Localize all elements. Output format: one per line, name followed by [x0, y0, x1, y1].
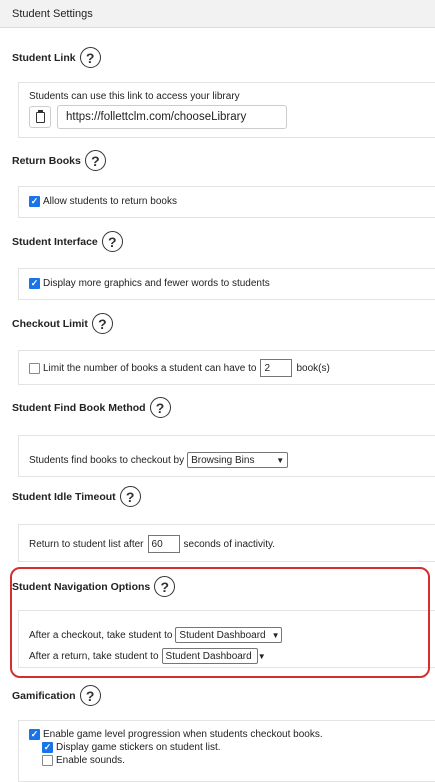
checkout-limit-unit: book(s) — [296, 362, 330, 374]
student-link-help-icon[interactable]: ? — [79, 47, 101, 68]
game-level-label: Enable game level progression when stude… — [43, 729, 323, 740]
allow-return-checkbox[interactable] — [29, 196, 40, 207]
enable-sounds-label: Enable sounds. — [56, 755, 125, 766]
settings-header: Student Settings — [0, 0, 435, 28]
idle-timeout-suffix: seconds of inactivity. — [183, 538, 276, 550]
find-book-method-section-title: Student Find Book Method ? — [12, 397, 171, 418]
enable-sounds-checkbox[interactable] — [42, 755, 53, 766]
student-interface-section-title: Student Interface ? — [12, 231, 123, 252]
idle-timeout-help-icon[interactable]: ? — [119, 486, 141, 507]
game-stickers-checkbox[interactable] — [42, 742, 53, 753]
chevron-down-icon: ▼ — [276, 455, 285, 465]
game-stickers-label: Display game stickers on student list. — [56, 742, 221, 753]
student-link-description: Students can use this link to access you… — [29, 91, 240, 102]
student-interface-help-icon[interactable]: ? — [101, 231, 123, 252]
student-link-panel: Students can use this link to access you… — [18, 82, 435, 138]
return-books-help-icon[interactable]: ? — [84, 150, 106, 171]
settings-header-title: Student Settings — [12, 8, 93, 20]
idle-timeout-panel: Return to student list after 60 seconds … — [18, 524, 435, 562]
more-graphics-checkbox[interactable] — [29, 278, 40, 289]
idle-timeout-input[interactable]: 60 — [147, 535, 180, 553]
find-book-method-help-icon[interactable]: ? — [149, 397, 171, 418]
checkout-limit-label: Limit the number of books a student can … — [43, 362, 257, 374]
navigation-options-highlight — [10, 567, 430, 678]
return-books-panel: Allow students to return books — [18, 186, 435, 218]
checkout-limit-checkbox[interactable] — [29, 362, 40, 374]
return-books-section-title: Return Books ? — [12, 150, 106, 171]
student-link-url-field[interactable]: https://follettclm.com/chooseLibrary — [57, 105, 287, 129]
student-interface-panel: Display more graphics and fewer words to… — [18, 268, 435, 300]
find-book-method-select[interactable]: Browsing Bins ▼ — [187, 452, 289, 468]
find-book-method-label: Students find books to checkout by — [29, 454, 185, 466]
clipboard-icon — [35, 109, 45, 123]
gamification-panel: Enable game level progression when stude… — [18, 720, 435, 782]
checkout-limit-help-icon[interactable]: ? — [91, 313, 113, 334]
checkout-limit-input[interactable]: 2 — [260, 359, 293, 377]
idle-timeout-prefix: Return to student list after — [29, 538, 144, 550]
game-level-checkbox[interactable] — [29, 729, 40, 740]
student-link-section-title: Student Link ? — [12, 47, 101, 68]
gamification-section-title: Gamification ? — [12, 685, 101, 706]
checkout-limit-panel: Limit the number of books a student can … — [18, 350, 435, 385]
more-graphics-label: Display more graphics and fewer words to… — [43, 278, 270, 289]
copy-link-button[interactable] — [29, 106, 51, 128]
allow-return-label: Allow students to return books — [43, 196, 177, 207]
find-book-method-panel: Students find books to checkout by Brows… — [18, 435, 435, 477]
checkout-limit-section-title: Checkout Limit ? — [12, 313, 113, 334]
idle-timeout-section-title: Student Idle Timeout ? — [12, 486, 141, 507]
gamification-help-icon[interactable]: ? — [79, 685, 101, 706]
